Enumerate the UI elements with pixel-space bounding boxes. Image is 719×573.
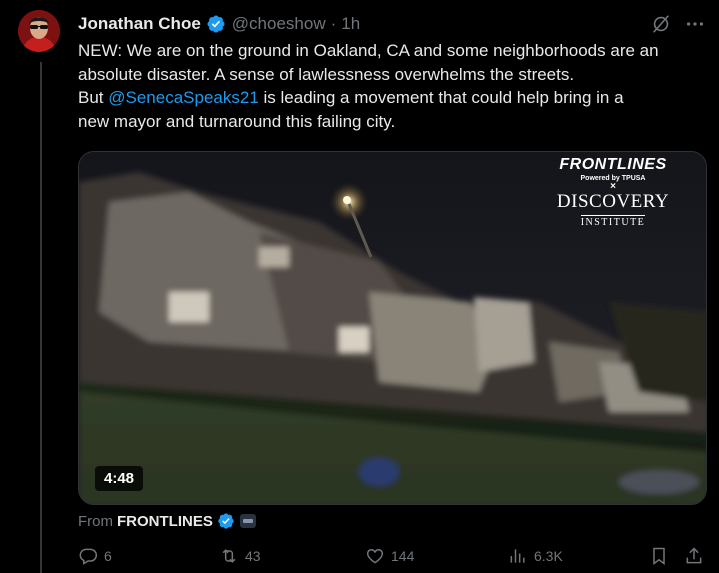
verified-badge-icon — [218, 513, 234, 529]
tweet-header: Jonathan Choe @choeshow · 1h — [78, 13, 360, 35]
mention-link[interactable]: @SenecaSpeaks21 — [108, 88, 259, 107]
separator-dot: · — [330, 14, 337, 33]
bookmark-button[interactable] — [649, 546, 669, 566]
share-icon — [686, 547, 702, 564]
timestamp[interactable]: 1h — [341, 14, 360, 34]
text-prefix: But — [78, 88, 109, 107]
views-button[interactable]: 6.3K — [508, 546, 563, 566]
text-suffix: is leading a movement that could help br… — [258, 88, 624, 107]
avatar[interactable] — [18, 10, 60, 52]
like-button[interactable]: 144 — [365, 546, 414, 566]
views-icon — [510, 549, 525, 563]
more-icon[interactable] — [684, 13, 706, 35]
share-button[interactable] — [684, 546, 704, 566]
author-name[interactable]: Jonathan Choe — [78, 14, 201, 34]
like-count: 144 — [391, 548, 415, 564]
author-handle[interactable]: @choeshow — [232, 14, 326, 34]
reply-button[interactable]: 6 — [78, 546, 112, 566]
from-label: From — [78, 512, 113, 530]
source-attribution: From FRONTLINES — [78, 511, 256, 531]
bookmark-icon — [653, 547, 665, 565]
watermark-discovery: DISCOVERY — [556, 191, 670, 212]
views-count: 6.3K — [534, 548, 563, 564]
video-duration: 4:48 — [95, 466, 144, 491]
verified-badge-icon — [207, 15, 225, 33]
repost-count: 43 — [245, 548, 261, 564]
frontlines-watermark: FRONTLINES Powered by TPUSA × DISCOVERY … — [538, 156, 688, 230]
video-player[interactable]: FRONTLINES Powered by TPUSA × DISCOVERY … — [78, 151, 707, 505]
reply-icon — [79, 548, 98, 565]
source-account-link[interactable]: FRONTLINES — [117, 513, 213, 530]
repost-icon — [222, 549, 236, 563]
tweet-text-line-3: But @SenecaSpeaks21 is leading a movemen… — [78, 86, 714, 110]
affiliate-badge-icon[interactable] — [239, 514, 256, 528]
tweet-text: NEW: We are on the ground in Oakland, CA… — [78, 39, 714, 133]
reply-count: 6 — [104, 548, 112, 564]
tweet-text-line-2: absolute disaster. A sense of lawlessnes… — [78, 64, 575, 84]
like-icon — [366, 548, 384, 564]
watermark-institute: INSTITUTE — [580, 215, 646, 228]
tweet-text-line-1: NEW: We are on the ground in Oakland, CA… — [78, 41, 659, 60]
thread-line — [40, 62, 42, 573]
tweet-text-line-4: new mayor and turnaround this failing ci… — [78, 111, 396, 131]
grok-icon[interactable] — [650, 13, 672, 35]
repost-button[interactable]: 43 — [219, 546, 261, 566]
watermark-title: FRONTLINES — [559, 156, 667, 173]
tweet-actions: 6 43 144 6.3K — [78, 546, 706, 570]
